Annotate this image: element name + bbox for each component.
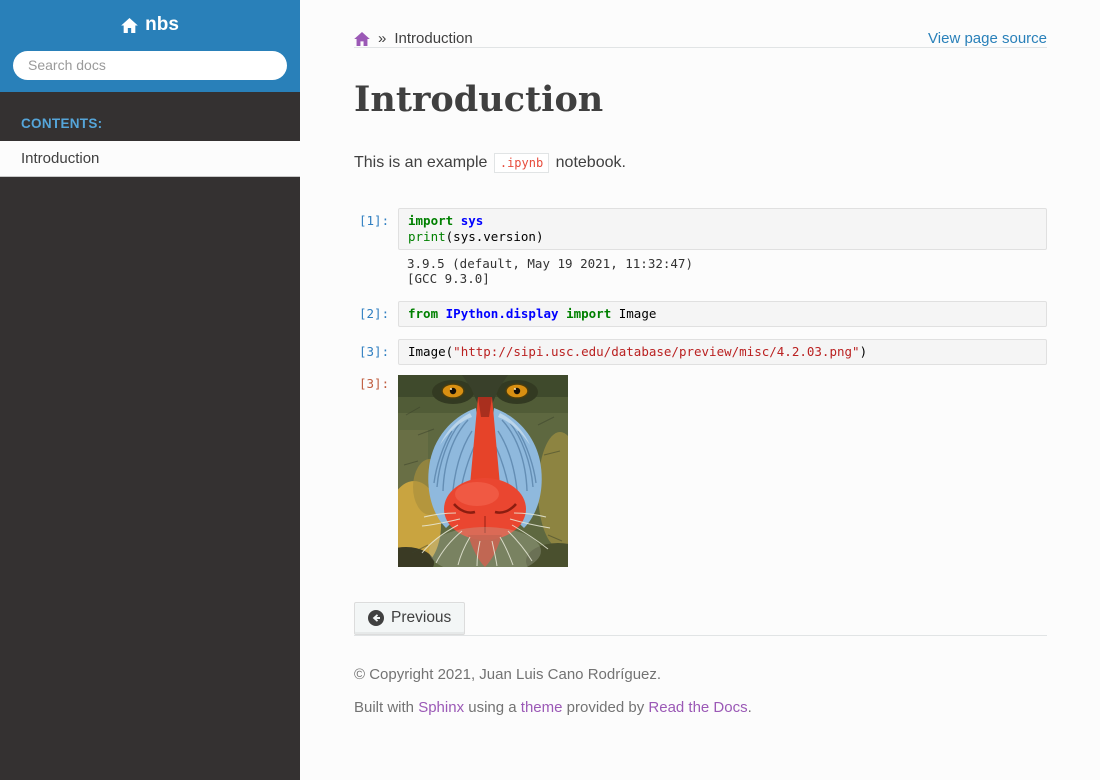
code-token (559, 306, 567, 321)
page-footer: © Copyright 2021, Juan Luis Cano Rodrígu… (354, 665, 1047, 718)
copyright-text: © Copyright 2021, Juan Luis Cano Rodrígu… (354, 665, 1047, 685)
previous-label: Previous (391, 609, 451, 627)
code-token (453, 213, 461, 228)
footer-link-read-the-docs[interactable]: Read the Docs (648, 699, 747, 716)
footer-text: . (748, 699, 752, 716)
contents-caption: CONTENTS: (0, 92, 300, 141)
home-icon[interactable] (354, 32, 370, 46)
code-cell-input: [3]: Image("http://sipi.usc.edu/database… (354, 339, 1047, 365)
pager: Previous (354, 602, 1047, 635)
code-line: import sys (408, 213, 1037, 229)
mandrill-image (398, 375, 568, 567)
code-token: "http://sipi.usc.edu/database/preview/mi… (453, 344, 859, 359)
code-token: Image (619, 306, 657, 321)
code-line: from IPython.display import Image (408, 306, 1037, 322)
code-token: ) (536, 229, 544, 244)
previous-button[interactable]: Previous (354, 602, 465, 635)
breadcrumb-current: Introduction (394, 30, 472, 47)
home-icon (121, 18, 138, 33)
code-cell-input: [2]: from IPython.display import Image (354, 301, 1047, 327)
code-input-area[interactable]: import sys print(sys.version) (398, 208, 1047, 250)
footer-text: using a (464, 699, 521, 716)
cell-output-prompt: [3]: (354, 371, 398, 391)
page-title: Introduction (354, 79, 1047, 120)
cell-input-prompt: [2]: (354, 301, 398, 321)
sidebar-header: nbs (0, 0, 300, 92)
cell-output-text: 3.9.5 (default, May 19 2021, 11:32:47) [… (398, 250, 1047, 286)
code-token: import (408, 213, 453, 228)
search-input[interactable] (13, 51, 287, 80)
breadcrumb-separator: » (378, 30, 386, 47)
code-token (611, 306, 619, 321)
cell-output-prompt-empty (354, 250, 398, 255)
footer-link-sphinx[interactable]: Sphinx (418, 699, 464, 716)
code-token: print (408, 229, 446, 244)
cell-input-prompt: [1]: (354, 208, 398, 228)
main-content: » Introduction View page source Introduc… (300, 0, 1100, 780)
notebook-cells: [1]: import sys print(sys.version) 3.9.5… (354, 208, 1047, 567)
breadcrumb: » Introduction View page source (354, 30, 1047, 47)
code-input-area[interactable]: Image("http://sipi.usc.edu/database/prev… (398, 339, 1047, 365)
project-home-link[interactable]: nbs (121, 14, 179, 36)
code-cell-output: 3.9.5 (default, May 19 2021, 11:32:47) [… (354, 250, 1047, 286)
code-token: Image (408, 344, 446, 359)
code-token (438, 306, 446, 321)
code-token: sys (453, 229, 476, 244)
code-input-area[interactable]: from IPython.display import Image (398, 301, 1047, 327)
code-token: IPython.display (446, 306, 559, 321)
code-token: sys (461, 213, 484, 228)
footer-text: Built with (354, 699, 418, 716)
footer-text: provided by (563, 699, 649, 716)
built-with-text: Built with Sphinx using a theme provided… (354, 698, 1047, 718)
code-token: version (483, 229, 536, 244)
sidebar: nbs CONTENTS: Introduction (0, 0, 300, 780)
footer-divider (354, 635, 1047, 636)
intro-text: This is an example (354, 154, 487, 171)
inline-code-ipynb: .ipynb (494, 153, 549, 173)
view-page-source-link[interactable]: View page source (928, 30, 1047, 47)
intro-paragraph: This is an example .ipynb notebook. (354, 151, 1047, 175)
sidebar-item-introduction[interactable]: Introduction (0, 141, 300, 177)
code-token: ) (860, 344, 868, 359)
code-cell-input: [1]: import sys print(sys.version) (354, 208, 1047, 250)
code-line: Image("http://sipi.usc.edu/database/prev… (408, 344, 1037, 360)
footer-link-theme[interactable]: theme (521, 699, 563, 716)
intro-text-suffix: notebook. (556, 154, 626, 171)
arrow-circle-left-icon (368, 610, 384, 626)
code-cell-output: [3]: (354, 371, 1047, 567)
breadcrumb-divider (354, 47, 1047, 48)
cell-input-prompt: [3]: (354, 339, 398, 359)
code-token: import (566, 306, 611, 321)
code-token: from (408, 306, 438, 321)
project-title: nbs (145, 14, 179, 36)
code-line: print(sys.version) (408, 229, 1037, 245)
